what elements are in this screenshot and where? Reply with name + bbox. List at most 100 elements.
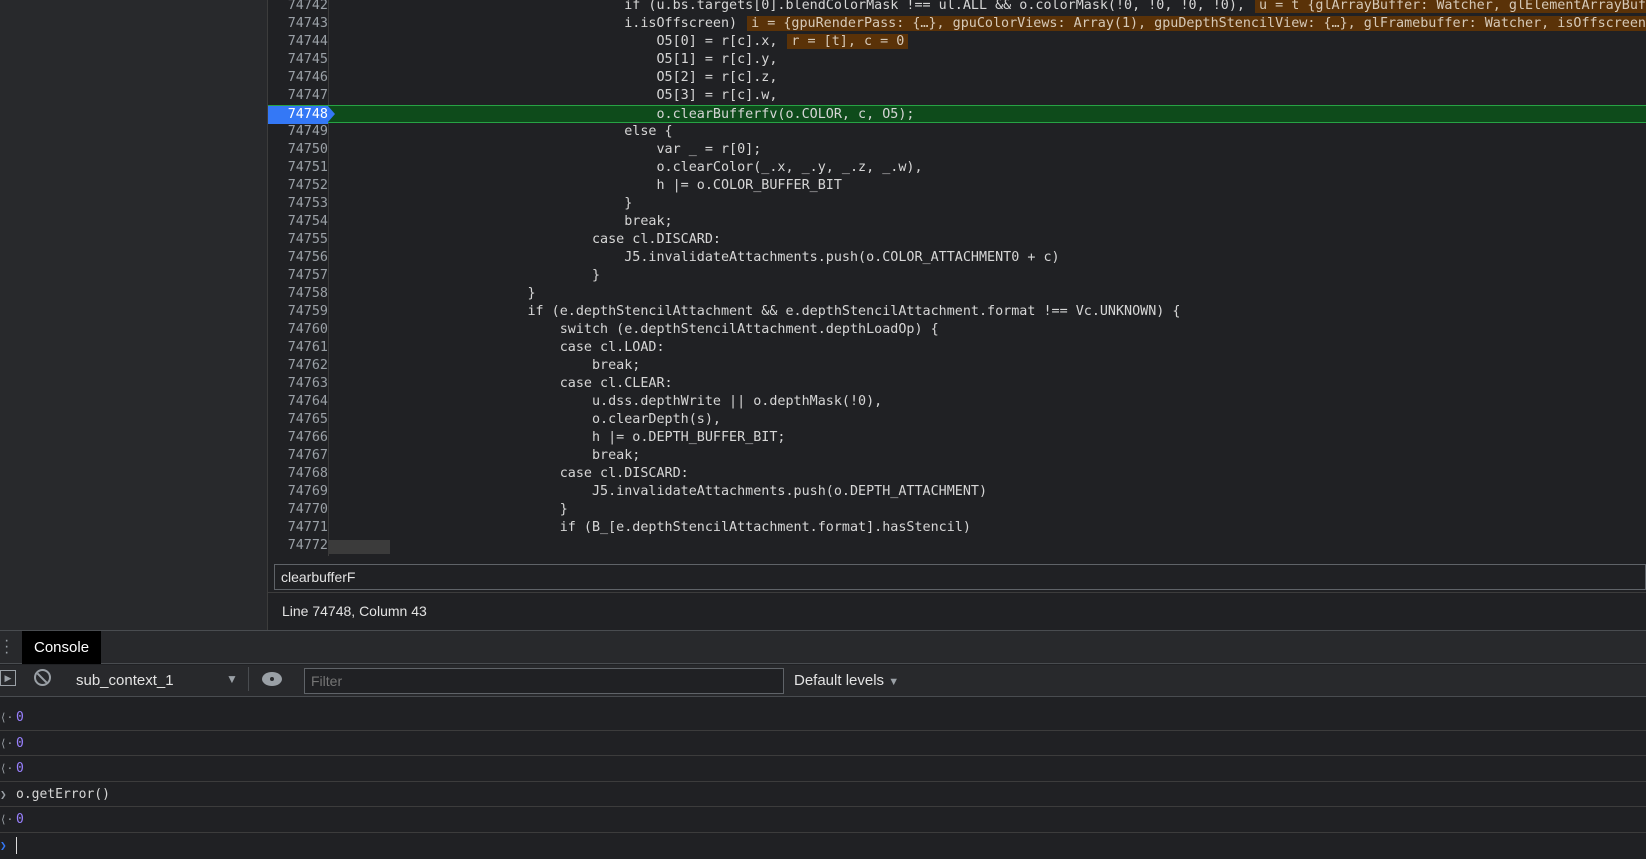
code-text: break; [334, 358, 641, 373]
line-number[interactable]: 74754 [268, 213, 328, 231]
code-line: 74763 case cl.CLEAR: [268, 375, 1646, 393]
console-message: ⟨· 0 [0, 807, 1646, 833]
code-text: var _ = r[0]; [334, 142, 762, 157]
code-line-text-wrap: O5[0] = r[c].x, r = [t], c = 0 [334, 33, 909, 51]
code-line: 74753 } [268, 195, 1646, 213]
code-line-text-wrap: break; [334, 447, 640, 465]
code-text: O5[2] = r[c].z, [334, 70, 778, 85]
code-line: 74761 case cl.LOAD: [268, 339, 1646, 357]
line-number[interactable]: 74759 [268, 303, 328, 321]
log-levels-dropdown[interactable]: Default levels ▼ [794, 672, 899, 689]
drawer-tabbar: · · · Console [0, 630, 1646, 664]
line-number[interactable]: 74756 [268, 249, 328, 267]
code-text: O5[3] = r[c].w, [334, 88, 778, 103]
filter-input[interactable] [304, 668, 784, 694]
line-number[interactable]: 74751 [268, 159, 328, 177]
code-line-text-wrap: O5[3] = r[c].w, [334, 87, 777, 105]
code-text: o.clearBufferfv(o.COLOR, c, O5); [334, 107, 915, 122]
line-number[interactable]: 74766 [268, 429, 328, 447]
code-text: O5[1] = r[c].y, [334, 52, 778, 67]
console-message: ⟨· 0 [0, 731, 1646, 757]
show-sidebar-icon[interactable]: ▶ [0, 670, 16, 686]
code-line: 74771 if (B_[e.depthStencilAttachment.fo… [268, 519, 1646, 537]
line-number[interactable]: 74748 [268, 106, 335, 124]
code-text: } [334, 286, 536, 301]
line-number[interactable]: 74747 [268, 87, 328, 105]
line-number[interactable]: 74753 [268, 195, 328, 213]
code-text: if (B_[e.depthStencilAttachment.format].… [334, 520, 971, 535]
search-input[interactable] [274, 564, 1646, 590]
line-number[interactable]: 74749 [268, 123, 328, 141]
line-number[interactable]: 74764 [268, 393, 328, 411]
horizontal-scrollbar[interactable] [328, 540, 390, 554]
line-number[interactable]: 74744 [268, 33, 328, 51]
code-line-text-wrap: i.isOffscreen) i = {gpuRenderPass: {…}, g… [334, 15, 1646, 33]
code-line-text-wrap: case cl.DISCARD: [334, 465, 689, 483]
code-text: switch (e.depthStencilAttachment.depthLo… [334, 322, 939, 337]
line-number[interactable]: 74765 [268, 411, 328, 429]
line-number[interactable]: 74757 [268, 267, 328, 285]
tab-console[interactable]: Console [22, 631, 102, 664]
line-number[interactable]: 74752 [268, 177, 328, 195]
code-text: o.clearColor(_.x, _.y, _.z, _.w), [334, 160, 923, 175]
inline-value: u = t {glArrayBuffer: Watcher, glElement… [1255, 0, 1646, 13]
cursor-position: Line 74748, Column 43 [282, 603, 427, 619]
line-number[interactable]: 74771 [268, 519, 328, 537]
code-line-text-wrap: J5.invalidateAttachments.push(o.DEPTH_AT… [334, 483, 987, 501]
code-line-text-wrap: if (e.depthStencilAttachment && e.depthS… [334, 303, 1180, 321]
chevron-down-icon[interactable]: ▼ [226, 672, 238, 686]
code-line: 74746 O5[2] = r[c].z, [268, 69, 1646, 87]
eye-icon[interactable] [262, 672, 282, 686]
inline-value: r = [t], c = 0 [787, 34, 909, 49]
line-number[interactable]: 74743 [268, 15, 328, 33]
code-line: 74766 h |= o.DEPTH_BUFFER_BIT; [268, 429, 1646, 447]
line-number[interactable]: 74760 [268, 321, 328, 339]
line-number[interactable]: 74768 [268, 465, 328, 483]
console-result: 0 [16, 761, 24, 777]
code-line: 74759 if (e.depthStencilAttachment && e.… [268, 303, 1646, 321]
code-line: 74754 break; [268, 213, 1646, 231]
code-text: o.clearDepth(s), [334, 412, 721, 427]
line-number[interactable]: 74770 [268, 501, 328, 519]
line-number[interactable]: 74746 [268, 69, 328, 87]
code-line: 74769 J5.invalidateAttachments.push(o.DE… [268, 483, 1646, 501]
code-text: h |= o.COLOR_BUFFER_BIT [334, 178, 842, 193]
code-line-text-wrap: h |= o.DEPTH_BUFFER_BIT; [334, 429, 786, 447]
code-line-text-wrap: } [334, 267, 600, 285]
line-number[interactable]: 74758 [268, 285, 328, 303]
line-number[interactable]: 74763 [268, 375, 328, 393]
code-line-text-wrap: else { [334, 123, 672, 141]
code-line: 74756 J5.invalidateAttachments.push(o.CO… [268, 249, 1646, 267]
result-arrow-icon: ⟨· [0, 762, 14, 776]
line-number[interactable]: 74755 [268, 231, 328, 249]
code-text: case cl.CLEAR: [334, 376, 673, 391]
line-number[interactable]: 74750 [268, 141, 328, 159]
code-line-text-wrap: J5.invalidateAttachments.push(o.COLOR_AT… [334, 249, 1059, 267]
code-line-text-wrap: case cl.LOAD: [334, 339, 665, 357]
clear-console-icon[interactable] [34, 669, 51, 686]
line-number[interactable]: 74742 [268, 0, 328, 15]
console-message: ⟨· 0 [0, 705, 1646, 731]
console-prompt[interactable]: ❯ [0, 833, 1646, 859]
line-number[interactable]: 74761 [268, 339, 328, 357]
text-cursor [16, 837, 17, 854]
line-number[interactable]: 74769 [268, 483, 328, 501]
inline-value: i = {gpuRenderPass: {…}, gpuColorViews: … [747, 16, 1646, 31]
code-line: 74764 u.dss.depthWrite || o.depthMask(!0… [268, 393, 1646, 411]
code-text: } [334, 196, 633, 211]
line-number[interactable]: 74767 [268, 447, 328, 465]
line-number[interactable]: 74762 [268, 357, 328, 375]
line-number[interactable]: 74772 [268, 537, 328, 555]
code-text: } [334, 502, 568, 517]
code-line: 74742 if (u.bs.targets[0].blendColorMask… [268, 0, 1646, 15]
code-line: 74752 h |= o.COLOR_BUFFER_BIT [268, 177, 1646, 195]
line-number[interactable]: 74745 [268, 51, 328, 69]
code-line: 74765 o.clearDepth(s), [268, 411, 1646, 429]
code-line-text-wrap: O5[2] = r[c].z, [334, 69, 777, 87]
result-arrow-icon: ⟨· [0, 813, 14, 827]
code-line: 74747 O5[3] = r[c].w, [268, 87, 1646, 105]
code-text: if (u.bs.targets[0].blendColorMask !== u… [334, 0, 1245, 13]
more-options-icon[interactable]: · · · [4, 633, 10, 661]
context-selector[interactable]: sub_context_1 [76, 672, 174, 689]
code-editor[interactable]: 74742 if (u.bs.targets[0].blendColorMask… [268, 0, 1646, 556]
